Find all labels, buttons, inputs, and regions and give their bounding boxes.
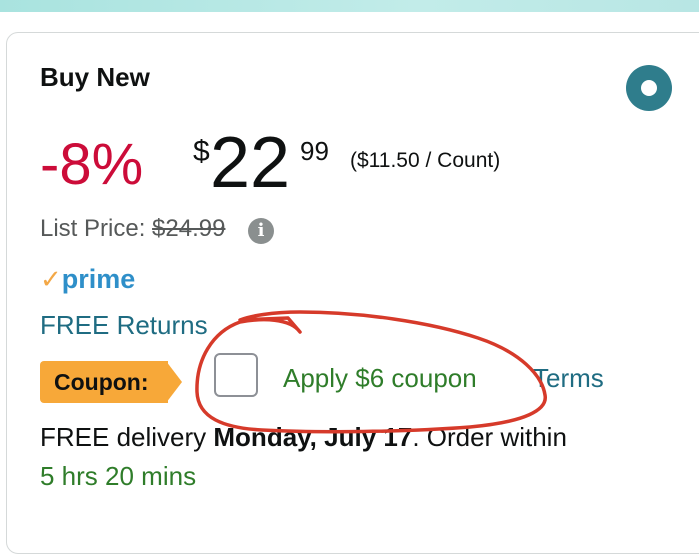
coupon-badge-tip — [166, 361, 182, 403]
delivery-date: Monday, July 17 — [213, 422, 413, 452]
unit-price: ($11.50 / Count) — [350, 149, 501, 172]
delivery-countdown: 5 hrs 20 mins — [40, 461, 197, 491]
delivery-message: FREE delivery Monday, July 17. Order wit… — [40, 422, 567, 453]
price-currency-symbol: $ — [193, 135, 210, 168]
list-price-label: List Price: — [40, 215, 146, 242]
price-whole: 22 — [210, 123, 291, 203]
prime-label: prime — [61, 264, 136, 294]
top-accent-strip — [0, 0, 699, 12]
coupon-terms-link[interactable]: Terms — [533, 363, 604, 394]
apply-coupon-label[interactable]: Apply $6 coupon — [283, 363, 477, 394]
prime-badge: ✓prime — [40, 264, 135, 298]
list-price: List Price: $24.99 — [40, 215, 225, 243]
radio-selected-icon — [641, 80, 657, 96]
check-icon: ✓ — [40, 264, 62, 294]
price-fraction: 99 — [300, 136, 329, 166]
coupon-badge: Coupon: — [40, 361, 182, 403]
delivery-suffix: . Order within — [412, 422, 567, 452]
list-price-value: $24.99 — [152, 215, 226, 242]
buy-option-title: Buy New — [40, 62, 150, 92]
buy-new-radio[interactable] — [626, 65, 672, 111]
info-icon[interactable]: i — [248, 218, 274, 244]
discount-percent: -8% — [40, 132, 144, 197]
delivery-prefix: FREE delivery — [40, 422, 214, 452]
coupon-badge-label: Coupon: — [54, 369, 149, 395]
apply-coupon-checkbox[interactable] — [214, 353, 258, 397]
free-returns-link[interactable]: FREE Returns — [40, 310, 208, 341]
